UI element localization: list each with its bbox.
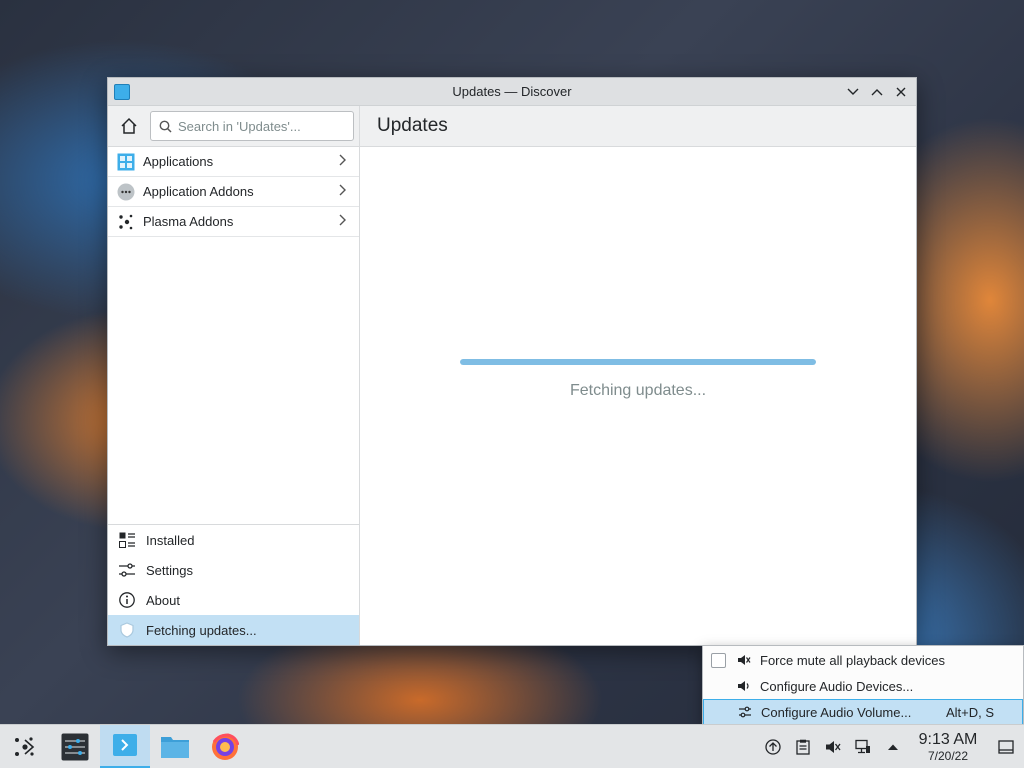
category-application-addons[interactable]: Application Addons [108,177,359,207]
update-notifier-icon[interactable] [758,725,788,768]
show-desktop-icon [998,740,1014,754]
discover-task-button[interactable] [100,724,150,768]
close-icon [896,87,906,97]
menu-item-force-mute[interactable]: Force mute all playback devices [703,647,1023,673]
folder-icon [161,736,189,758]
settings-icon [118,561,136,579]
clock-time: 9:13 AM [918,731,978,748]
chevron-right-icon [339,154,347,169]
app-launcher-button[interactable] [0,725,50,768]
sidebar-header [108,106,359,147]
category-applications[interactable]: Applications [108,147,359,177]
firefox-task-button[interactable] [200,725,250,768]
sliders-icon [736,704,754,720]
search-field[interactable] [150,111,354,141]
home-button[interactable] [118,115,140,137]
system-settings-icon [61,733,89,760]
nav-label: About [146,592,180,608]
chevron-right-icon [339,214,347,229]
shield-icon [118,621,136,639]
speaker-muted-icon [735,652,753,668]
nav-label: Settings [146,562,193,578]
audio-context-menu: Force mute all playback devices Configur… [702,645,1024,725]
nav-label: Fetching updates... [146,622,257,638]
menu-item-label: Configure Audio Volume... [761,704,912,720]
chevron-up-icon [888,744,898,750]
chevron-down-icon [847,88,859,95]
addons-icon [117,183,135,201]
category-label: Plasma Addons [143,214,234,229]
clock[interactable]: 9:13 AM 7/20/22 [908,731,988,763]
menu-item-configure-audio-volume[interactable]: Configure Audio Volume... Alt+D, S [703,699,1023,725]
bottom-navigation: Installed Settings About Fetching update… [108,524,359,645]
category-label: Application Addons [143,184,254,199]
category-plasma-addons[interactable]: Plasma Addons [108,207,359,237]
discover-icon [113,734,137,756]
menu-item-label: Configure Audio Devices... [760,678,914,694]
show-hidden-icons-arrow[interactable] [878,725,908,768]
app-launcher-icon [15,736,35,756]
firefox-icon [212,732,239,760]
progress-fill [460,359,816,365]
maximize-button[interactable] [868,82,886,102]
clock-date: 7/20/22 [927,749,969,763]
plasma-icon [117,213,135,231]
home-icon [121,117,137,134]
menu-item-label: Force mute all playback devices [760,652,945,668]
force-mute-checkbox[interactable] [711,652,726,668]
nav-fetching-updates[interactable]: Fetching updates... [108,615,359,645]
nav-label: Installed [146,532,195,548]
volume-muted-icon[interactable] [818,725,848,768]
speaker-icon [735,678,753,694]
system-settings-button[interactable] [50,725,100,768]
taskbar: 9:13 AM 7/20/22 [0,724,1024,768]
menu-item-configure-audio-devices[interactable]: Configure Audio Devices... [703,673,1023,699]
category-label: Applications [143,154,214,169]
minimize-button[interactable] [844,82,862,102]
title-bar[interactable]: Updates — Discover [108,78,916,106]
network-icon[interactable] [848,725,878,768]
discover-app-icon[interactable] [114,84,130,100]
window-title: Updates — Discover [452,84,572,99]
chevron-up-icon [871,89,883,96]
info-icon [118,591,136,609]
close-button[interactable] [892,82,910,102]
installed-icon [118,531,136,549]
menu-item-shortcut: Alt+D, S [945,704,994,720]
discover-window: Updates — Discover Search in 'Updates'..… [107,77,917,646]
show-desktop-button[interactable] [988,725,1024,768]
nav-settings[interactable]: Settings [108,555,359,585]
page-title: Updates [360,106,916,147]
nav-installed[interactable]: Installed [108,525,359,555]
search-icon [159,120,172,133]
main-content: Updates Fetching updates... [360,106,916,645]
clipboard-icon[interactable] [788,725,818,768]
applications-icon [117,153,135,171]
chevron-right-icon [339,184,347,199]
system-tray: 9:13 AM 7/20/22 [758,725,1024,768]
fetch-progress-bar [460,359,816,365]
fetch-status-text: Fetching updates... [569,382,707,399]
sidebar: Applications Application Addons Plasma A… [108,106,360,645]
search-input[interactable] [178,118,348,134]
nav-about[interactable]: About [108,585,359,615]
dolphin-task-button[interactable] [150,725,200,768]
